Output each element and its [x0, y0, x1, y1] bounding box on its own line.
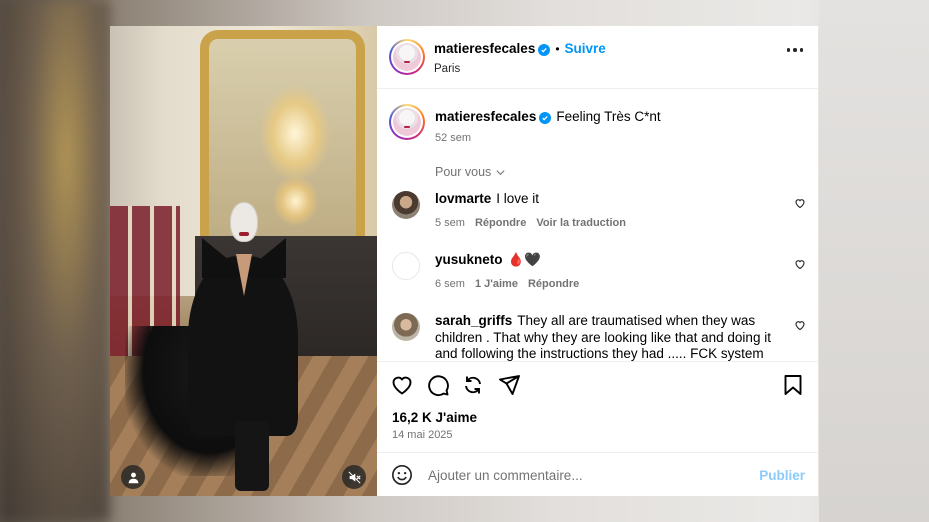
post-card: matieresfecales • Suivre Paris matieresfec… — [110, 26, 818, 496]
comment-item: lovmarte I love it 5 sem Répondre Voir la… — [377, 191, 818, 231]
commenter-avatar[interactable] — [392, 191, 420, 219]
post-details-pane: matieresfecales • Suivre Paris matieresfec… — [377, 26, 818, 496]
photo-figure-head — [230, 202, 258, 242]
caption-avatar-image — [393, 108, 421, 136]
comment-text: I love it — [496, 191, 540, 206]
photo-figure-lips — [239, 232, 249, 236]
comment-item: sarah_griffs They all are traumatised whe… — [377, 313, 818, 363]
mute-button[interactable] — [342, 465, 366, 489]
photo-figure-legs — [235, 421, 269, 491]
background-blur-right — [819, 0, 929, 522]
bookmark-icon[interactable] — [781, 373, 805, 397]
comment-input[interactable] — [426, 466, 750, 484]
verified-badge-icon — [539, 112, 552, 124]
caption-text: Feeling Très C*nt — [556, 109, 661, 124]
caption-avatar[interactable] — [389, 104, 425, 140]
author-username[interactable]: matieresfecales — [434, 41, 535, 56]
paper-plane-icon[interactable] — [497, 373, 521, 397]
chevron-down-icon — [496, 169, 505, 175]
mute-icon — [347, 470, 361, 484]
caption-timestamp[interactable]: 52 sem — [435, 132, 661, 144]
user-tag-button[interactable] — [121, 465, 145, 489]
photo-chandelier-reflection — [273, 176, 318, 226]
repost-icon[interactable] — [461, 373, 485, 397]
post-date[interactable]: 14 mai 2025 — [392, 429, 453, 441]
photo-chandelier — [260, 86, 330, 181]
comment-timestamp[interactable]: 5 sem — [435, 215, 465, 232]
comment-username[interactable]: sarah_griffs — [435, 313, 512, 328]
commenter-avatar[interactable] — [392, 313, 420, 341]
verified-badge-icon — [538, 43, 551, 56]
background-blur-left — [0, 0, 110, 522]
heart-icon[interactable] — [390, 373, 414, 397]
see-translation-button[interactable]: Voir la traduction — [536, 215, 626, 232]
comment-bubble-icon[interactable] — [426, 373, 450, 397]
comment-item: yusukneto 🩸🖤 6 sem 1 J'aime Répondre — [377, 252, 818, 292]
post-caption: matieresfecales Feeling Très C*nt 52 sem — [377, 89, 818, 144]
emoji-icon[interactable] — [391, 464, 413, 486]
follow-button[interactable]: Suivre — [565, 41, 606, 56]
author-avatar[interactable] — [389, 39, 425, 75]
separator-dot: • — [555, 41, 560, 56]
author-avatar-image — [393, 43, 421, 71]
comments-filter-dropdown[interactable]: Pour vous — [435, 165, 818, 179]
caption-username[interactable]: matieresfecales — [435, 109, 536, 124]
comment-like-heart-icon[interactable] — [794, 319, 806, 331]
comment-timestamp[interactable]: 6 sem — [435, 276, 465, 293]
post-photo[interactable] — [110, 26, 377, 496]
comment-composer: Publier — [377, 452, 818, 496]
publish-button[interactable]: Publier — [759, 468, 805, 483]
reply-button[interactable]: Répondre — [528, 276, 579, 293]
commenter-avatar[interactable] — [392, 252, 420, 280]
comment-like-count[interactable]: 1 J'aime — [475, 276, 518, 293]
post-location[interactable]: Paris — [434, 63, 606, 75]
comment-text: 🩸🖤 — [507, 252, 542, 267]
user-tag-icon — [128, 472, 138, 483]
reply-button[interactable]: Répondre — [475, 215, 526, 232]
comment-username[interactable]: yusukneto — [435, 252, 503, 267]
comment-like-heart-icon[interactable] — [794, 258, 806, 270]
comment-like-heart-icon[interactable] — [794, 197, 806, 209]
post-header: matieresfecales • Suivre Paris — [377, 26, 818, 89]
like-count[interactable]: 16,2 K J'aime — [392, 410, 477, 425]
comment-username[interactable]: lovmarte — [435, 191, 491, 206]
action-bar — [377, 361, 818, 412]
comments-filter-label: Pour vous — [435, 165, 492, 179]
more-options-icon[interactable] — [786, 48, 803, 52]
